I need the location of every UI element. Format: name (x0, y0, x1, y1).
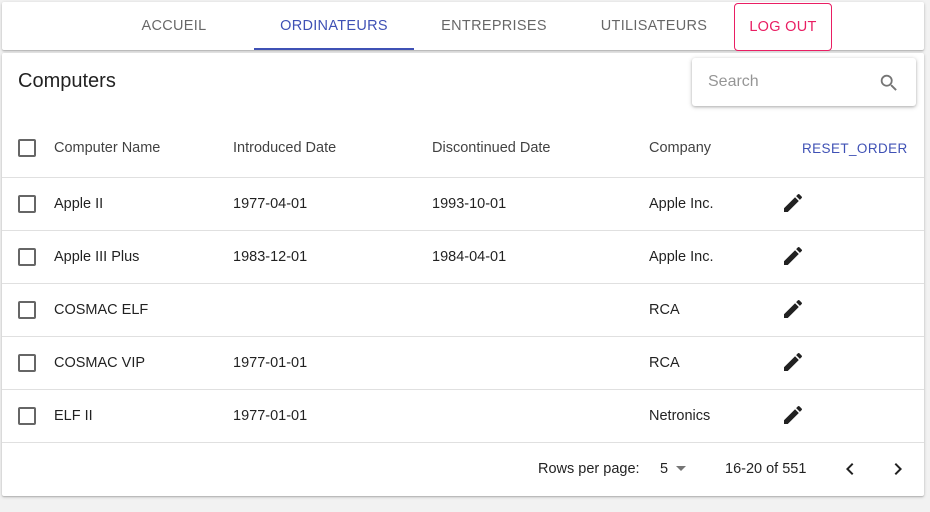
company-cell: RCA (649, 302, 680, 318)
column-header-company[interactable]: Company (649, 119, 711, 177)
select-all-checkbox[interactable] (18, 139, 36, 157)
edit-icon[interactable] (781, 350, 805, 374)
edit-icon[interactable] (781, 297, 805, 321)
tab-accueil[interactable]: ACCUEIL (94, 2, 254, 50)
pagination-footer: Rows per page: 5 16-20 of 551 (2, 445, 924, 496)
computers-card: Computers Computer Name Introduced Date … (2, 53, 924, 496)
active-tab-indicator (254, 48, 414, 50)
introduced-date-cell: 1977-01-01 (233, 408, 308, 424)
page-title: Computers (18, 70, 116, 92)
logout-button[interactable]: LOG OUT (734, 3, 832, 51)
column-header-discontinued-date[interactable]: Discontinued Date (432, 119, 551, 177)
introduced-date-cell: 1983-12-01 (233, 249, 308, 265)
edit-icon[interactable] (781, 191, 805, 215)
row-checkbox[interactable] (18, 195, 36, 213)
table-row: Apple III Plus 1983-12-01 1984-04-01 App… (2, 231, 924, 284)
row-checkbox[interactable] (18, 301, 36, 319)
discontinued-date-cell: 1984-04-01 (432, 249, 507, 265)
edit-icon[interactable] (781, 244, 805, 268)
computer-name-cell: COSMAC ELF (54, 302, 149, 318)
discontinued-date-cell: 1993-10-01 (432, 196, 507, 212)
top-nav: ACCUEIL ORDINATEURS ENTREPRISES UTILISAT… (2, 2, 924, 51)
row-checkbox[interactable] (18, 248, 36, 266)
table-row: Apple II 1977-04-01 1993-10-01 Apple Inc… (2, 178, 924, 231)
search-box (692, 58, 916, 106)
computer-name-cell: Apple III Plus (54, 249, 140, 265)
computer-name-cell: ELF II (54, 408, 93, 424)
computer-name-cell: Apple II (54, 196, 104, 212)
tab-utilisateurs[interactable]: UTILISATEURS (574, 2, 734, 50)
table-header-row: Computer Name Introduced Date Discontinu… (2, 119, 924, 178)
chevron-left-icon[interactable] (838, 457, 862, 481)
pagination-range: 16-20 of 551 (725, 461, 807, 477)
column-header-computer-name[interactable]: Computer Name (54, 119, 160, 177)
rows-per-page-label: Rows per page: (538, 461, 640, 477)
tab-ordinateurs[interactable]: ORDINATEURS (254, 2, 414, 50)
table-row: ELF II 1977-01-01 Netronics (2, 390, 924, 443)
search-input[interactable] (708, 70, 868, 94)
computer-name-cell: COSMAC VIP (54, 355, 146, 371)
introduced-date-cell: 1977-04-01 (233, 196, 308, 212)
company-cell: Apple Inc. (649, 196, 714, 212)
row-checkbox[interactable] (18, 354, 36, 372)
company-cell: Apple Inc. (649, 249, 714, 265)
company-cell: Netronics (649, 408, 711, 424)
column-header-introduced-date[interactable]: Introduced Date (233, 119, 336, 177)
company-cell: RCA (649, 355, 680, 371)
reset-order-button[interactable]: RESET_ORDER (802, 119, 908, 177)
chevron-right-icon[interactable] (886, 457, 910, 481)
edit-icon[interactable] (781, 403, 805, 427)
search-icon[interactable] (878, 72, 900, 94)
table-row: COSMAC VIP 1977-01-01 RCA (2, 337, 924, 390)
table-row: COSMAC ELF RCA (2, 284, 924, 337)
row-checkbox[interactable] (18, 407, 36, 425)
dropdown-arrow-icon[interactable] (676, 466, 686, 471)
tab-entreprises[interactable]: ENTREPRISES (414, 2, 574, 50)
introduced-date-cell: 1977-01-01 (233, 355, 308, 371)
